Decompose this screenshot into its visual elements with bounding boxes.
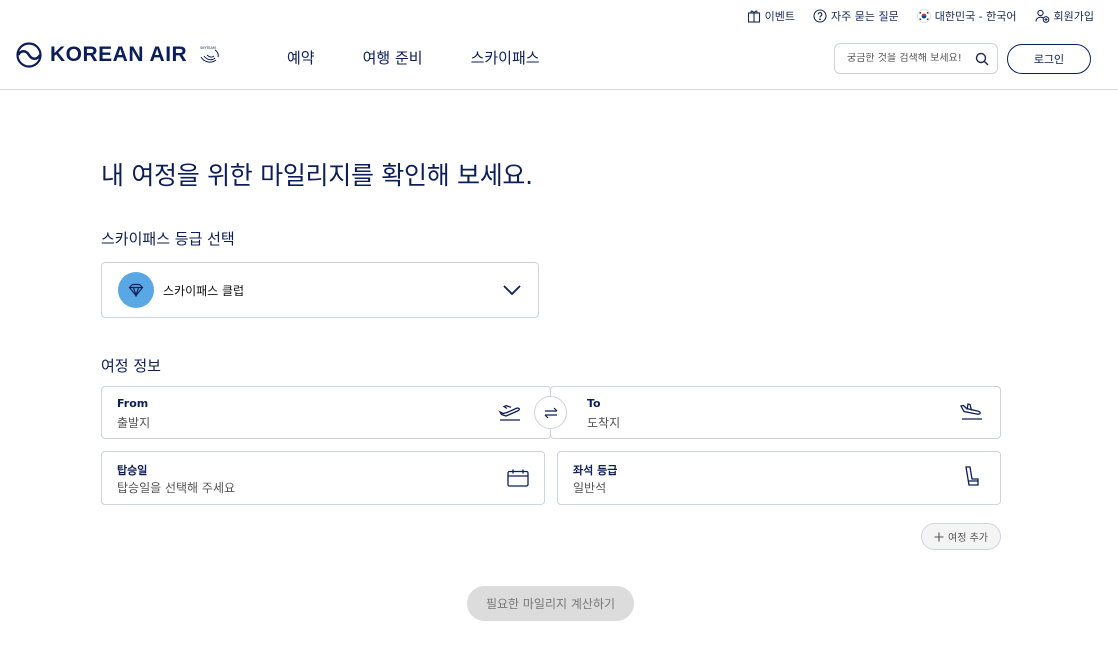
search-input[interactable] <box>847 53 967 64</box>
diamond-icon <box>128 283 144 297</box>
grade-selected-value: 스카이패스 클럽 <box>163 283 245 298</box>
cabin-label: 좌석 등급 <box>573 464 618 477</box>
site-header: 이벤트 자주 묻는 질문 대한민국 - 한국어 회원가입 KOREAN AIR … <box>0 0 1118 90</box>
search-box <box>834 43 998 74</box>
korea-flag-icon <box>916 9 931 23</box>
signup-link[interactable]: 회원가입 <box>1034 7 1094 25</box>
nav-item-skypass[interactable]: 스카이패스 <box>471 47 540 68</box>
takeoff-icon <box>498 405 521 421</box>
grade-badge <box>118 272 154 308</box>
locale-selector[interactable]: 대한민국 - 한국어 <box>916 7 1017 25</box>
skypass-grade-select[interactable]: 스카이패스 클럽 <box>101 262 539 318</box>
login-button[interactable]: 로그인 <box>1007 44 1091 74</box>
skyteam-logo-icon: SKYTEAM <box>200 46 219 63</box>
page-title: 내 여정을 위한 마일리지를 확인해 보세요. <box>101 161 533 190</box>
gift-icon <box>747 10 760 23</box>
swap-icon <box>544 407 557 418</box>
locale-label: 대한민국 - 한국어 <box>934 10 1017 23</box>
swap-button[interactable] <box>534 396 567 429</box>
faq-link[interactable]: 자주 묻는 질문 <box>813 7 899 25</box>
from-field[interactable]: From 출발지 <box>101 386 551 439</box>
search-icon[interactable] <box>975 52 989 66</box>
date-placeholder: 탑승일을 선택해 주세요 <box>117 481 236 495</box>
to-placeholder: 도착지 <box>587 416 621 430</box>
itinerary-section-label: 여정 정보 <box>101 357 161 375</box>
cabin-class-field[interactable]: 좌석 등급 일반석 <box>557 451 1001 505</box>
event-link[interactable]: 이벤트 <box>747 7 795 25</box>
main-nav: 예약 여행 준비 스카이패스 <box>287 47 540 68</box>
add-trip-button[interactable]: 여정 추가 <box>921 523 1001 550</box>
nav-item-travel-prep[interactable]: 여행 준비 <box>363 47 423 68</box>
nav-item-booking[interactable]: 예약 <box>287 47 315 68</box>
korean-air-logo[interactable]: KOREAN AIR SKYTEAM <box>16 42 223 68</box>
plus-icon <box>934 532 944 541</box>
user-add-icon <box>1034 9 1049 23</box>
question-circle-icon <box>813 9 827 23</box>
date-label: 탑승일 <box>117 464 148 477</box>
calculate-mileage-button[interactable]: 필요한 마일리지 계산하기 <box>467 586 634 621</box>
add-trip-label: 여정 추가 <box>948 533 988 544</box>
from-label: From <box>117 397 149 410</box>
grade-section-label: 스카이패스 등급 선택 <box>101 230 235 248</box>
cabin-value: 일반석 <box>573 481 607 495</box>
to-label: To <box>587 397 601 410</box>
event-label: 이벤트 <box>764 10 795 23</box>
landing-icon <box>960 403 982 420</box>
faq-label: 자주 묻는 질문 <box>830 10 899 23</box>
utility-bar: 이벤트 자주 묻는 질문 대한민국 - 한국어 회원가입 <box>747 7 1094 25</box>
from-placeholder: 출발지 <box>117 416 151 430</box>
seat-icon <box>965 466 979 486</box>
to-field[interactable]: To 도착지 <box>550 386 1001 439</box>
skyteam-text: SKYTEAM <box>200 46 216 50</box>
signup-label: 회원가입 <box>1053 10 1094 23</box>
chevron-down-icon <box>503 285 521 296</box>
departure-date-field[interactable]: 탑승일 탑승일을 선택해 주세요 <box>101 451 545 505</box>
taeguk-logo-icon <box>16 42 42 68</box>
brand-name: KOREAN AIR <box>50 43 188 66</box>
calendar-icon <box>507 469 529 487</box>
